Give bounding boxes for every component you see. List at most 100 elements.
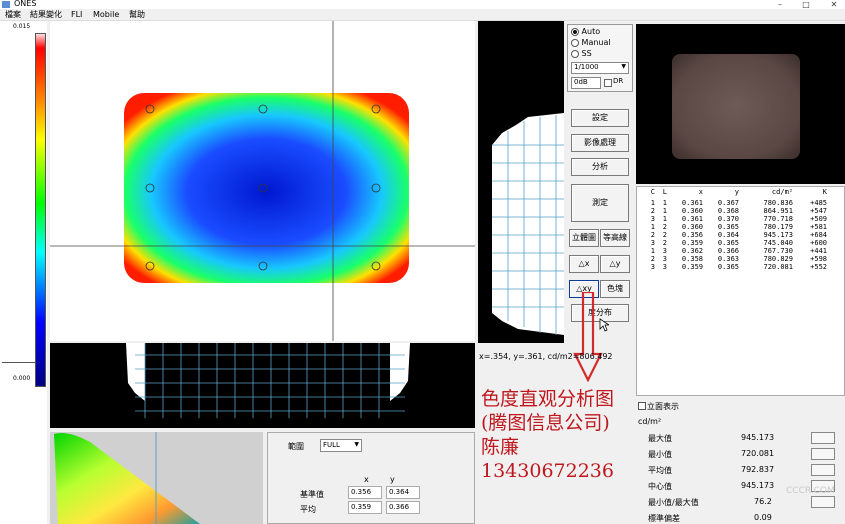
avg-x-field[interactable]: 0.359 (348, 501, 382, 514)
table-row[interactable]: 2 2 0.356 0.364 945.173 +684 (645, 231, 829, 239)
stats-unit: cd/m² (638, 417, 662, 426)
radio-ss-dot[interactable] (571, 49, 579, 58)
vertical-profile-svg (478, 21, 564, 343)
stereo-button[interactable]: 立體圖 (569, 229, 599, 247)
delta-x-button[interactable]: △x (569, 255, 599, 273)
col-y-header: y (390, 475, 395, 484)
stat-label: 平均值 (648, 466, 672, 475)
stat-color-box[interactable] (811, 464, 835, 476)
table-row[interactable]: 3 1 0.361 0.370 770.718 +509 (645, 215, 829, 223)
col-header: y (734, 188, 739, 196)
ref-x-field[interactable]: 0.356 (348, 486, 382, 499)
stat-value: 76.2 (754, 497, 772, 506)
table-row[interactable]: 2 1 0.360 0.368 864.951 +547 (645, 207, 829, 215)
menu-file[interactable]: 檔案 (5, 9, 21, 20)
gain-value: 0dB (574, 78, 588, 86)
vertical-profile-panel (478, 21, 564, 343)
shutter-select[interactable]: 1/1000 ▼ (571, 62, 629, 74)
stat-value: 720.081 (741, 449, 775, 458)
overlay-line: 陈廉 (481, 436, 520, 458)
menu-mobile[interactable]: Mobile (93, 9, 119, 20)
menu-bar: 檔案 結果變化 FLI Mobile 幫助 (0, 9, 845, 21)
table-row[interactable]: 1 2 0.360 0.365 780.179 +581 (645, 223, 829, 231)
red-arrow-icon (573, 292, 603, 382)
stat-label: 標準偏差 (648, 514, 680, 523)
app-icon (2, 1, 10, 8)
stat-value: 792.837 (741, 465, 775, 474)
col-x-header: x (364, 475, 369, 484)
chevron-down-icon[interactable]: ▼ (354, 441, 359, 448)
watermark: CCCR.COM (786, 486, 835, 496)
range-select[interactable]: FULL ▼ (320, 439, 362, 452)
stat-value: 0.09 (754, 513, 772, 522)
ref-x-value: 0.356 (351, 488, 372, 496)
color-scale-bar (35, 33, 46, 387)
stat-label: 最小值 (648, 450, 672, 459)
stats-title: 立面表示 (647, 402, 679, 411)
table-row[interactable]: 1 1 0.361 0.367 780.836 +485 (645, 199, 829, 207)
scale-min-label: 0.000 (13, 375, 31, 382)
menu-help[interactable]: 幫助 (129, 9, 145, 20)
ref-y-field[interactable]: 0.364 (386, 486, 420, 499)
contour-button[interactable]: 等高線 (600, 229, 630, 247)
avg-y-value: 0.366 (389, 503, 410, 511)
table-row[interactable]: 2 3 0.358 0.363 780.829 +598 (645, 255, 829, 263)
chevron-down-icon[interactable]: ▼ (621, 63, 626, 70)
color-patch-button[interactable]: 色塊 (600, 280, 630, 298)
camera-preview (636, 24, 845, 184)
close-button[interactable]: ✕ (824, 0, 844, 9)
overlay-line: 13430672236 (481, 460, 614, 482)
image-processing-button[interactable]: 影像處理 (571, 134, 629, 152)
gain-field[interactable]: 0dB (571, 77, 601, 89)
avg-x-value: 0.359 (351, 503, 372, 511)
luminance-heatmap (124, 93, 409, 283)
overlay-line: 色度直观分析图 (481, 388, 615, 410)
camera-preview-image (672, 54, 800, 159)
measure-button[interactable]: 測定 (571, 184, 629, 222)
luminance-map-svg (50, 21, 475, 341)
scale-marker-line (2, 362, 35, 363)
table-row[interactable]: 3 2 0.359 0.365 745.040 +600 (645, 239, 829, 247)
col-header: C (650, 188, 655, 196)
delta-y-button[interactable]: △y (600, 255, 630, 273)
window-title: ONES (14, 0, 37, 8)
table-row[interactable]: 3 3 0.359 0.365 720.081 +552 (645, 263, 829, 271)
radio-manual[interactable]: Manual (571, 38, 611, 47)
cursor-readout: x=.354, y=.361, cd/m2=806.492 (479, 352, 613, 361)
camera-mode-panel: Auto Manual SS 1/1000 ▼ 0dB DR (567, 24, 633, 92)
luminance-map-panel[interactable] (50, 21, 475, 341)
stat-color-box[interactable] (811, 448, 835, 460)
table-header: C L x y cd/m² K (645, 188, 829, 196)
overlay-text-block: 色度直观分析图 (腾图信息公司) 陈廉 13430672236 (481, 387, 614, 483)
col-header: cd/m² (771, 188, 793, 196)
radio-manual-dot[interactable] (571, 38, 579, 47)
radio-ss-label: SS (581, 49, 592, 58)
menu-fli[interactable]: FLI (71, 9, 82, 20)
range-value: FULL (323, 441, 340, 449)
horizontal-profile-panel (50, 343, 475, 428)
radio-auto-dot[interactable] (571, 27, 579, 36)
chromaticity-svg (54, 432, 200, 524)
col-header: L (662, 188, 667, 196)
maximize-button[interactable]: □ (798, 0, 814, 9)
table-row[interactable]: 1 3 0.362 0.366 767.730 +441 (645, 247, 829, 255)
stat-color-box[interactable] (811, 496, 835, 508)
analysis-button[interactable]: 分析 (571, 158, 629, 176)
stats-checkbox[interactable] (638, 402, 646, 410)
radio-auto[interactable]: Auto (571, 27, 600, 36)
settings-button[interactable]: 設定 (571, 109, 629, 127)
range-label: 範圍 (288, 442, 304, 451)
dr-checkbox[interactable] (604, 79, 612, 87)
chromaticity-panel[interactable] (50, 432, 263, 524)
stat-color-box[interactable] (811, 432, 835, 444)
avg-y-field[interactable]: 0.366 (386, 501, 420, 514)
radio-auto-label: Auto (581, 27, 601, 36)
stat-label: 最大值 (648, 434, 672, 443)
radio-ss[interactable]: SS (571, 49, 592, 58)
col-header: K (822, 188, 827, 196)
col-header: x (698, 188, 703, 196)
menu-results[interactable]: 結果變化 (30, 9, 62, 20)
horizontal-profile-svg (50, 343, 475, 428)
minimize-button[interactable]: – (772, 0, 788, 9)
measurement-table-panel: C L x y cd/m² K 1 1 0.361 0.367 780.836 +485 … (636, 186, 845, 396)
